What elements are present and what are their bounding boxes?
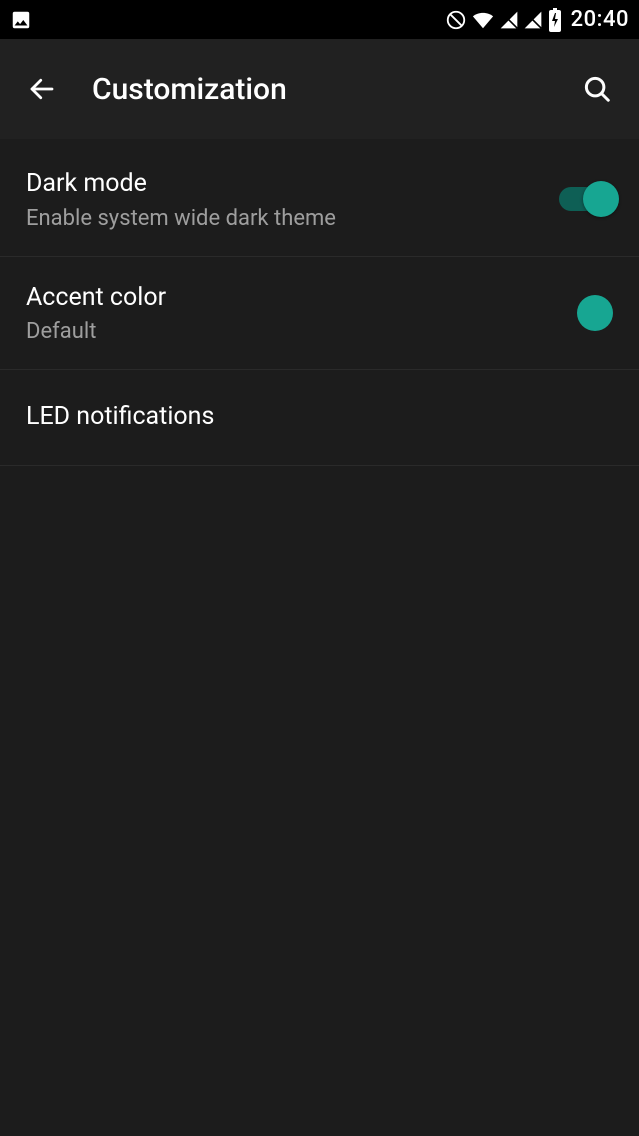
- page-title: Customization: [92, 72, 577, 107]
- search-icon: [582, 74, 612, 104]
- app-bar: Customization: [0, 39, 639, 139]
- setting-title: Accent color: [26, 282, 557, 315]
- setting-title: Dark mode: [26, 168, 539, 201]
- no-sim1-icon: [499, 9, 519, 31]
- status-bar-right: 20:40: [445, 7, 629, 32]
- back-button[interactable]: [22, 74, 62, 104]
- setting-subtitle: Enable system wide dark theme: [26, 206, 539, 231]
- wifi-icon: [471, 9, 495, 31]
- setting-text-block: Accent color Default: [26, 282, 557, 345]
- accent-color-swatch: [577, 295, 613, 331]
- status-bar-left: [10, 9, 32, 31]
- setting-title: LED notifications: [26, 401, 613, 434]
- settings-list: Dark mode Enable system wide dark theme …: [0, 143, 639, 466]
- search-button[interactable]: [577, 74, 617, 104]
- switch-thumb: [583, 181, 619, 217]
- setting-accent-color[interactable]: Accent color Default: [0, 257, 639, 371]
- setting-subtitle: Default: [26, 319, 557, 344]
- battery-charging-icon: [547, 8, 563, 32]
- setting-control: [577, 295, 613, 331]
- setting-led-notifications[interactable]: LED notifications: [0, 370, 639, 466]
- no-entry-icon: [445, 9, 467, 31]
- setting-dark-mode[interactable]: Dark mode Enable system wide dark theme: [0, 143, 639, 257]
- no-sim2-icon: [523, 9, 543, 31]
- setting-text-block: Dark mode Enable system wide dark theme: [26, 168, 539, 231]
- image-indicator-icon: [10, 9, 32, 31]
- status-clock: 20:40: [571, 7, 629, 32]
- setting-text-block: LED notifications: [26, 401, 613, 434]
- dark-mode-toggle[interactable]: [559, 187, 613, 211]
- status-bar: 20:40: [0, 0, 639, 39]
- setting-control: [559, 187, 613, 211]
- arrow-back-icon: [27, 74, 57, 104]
